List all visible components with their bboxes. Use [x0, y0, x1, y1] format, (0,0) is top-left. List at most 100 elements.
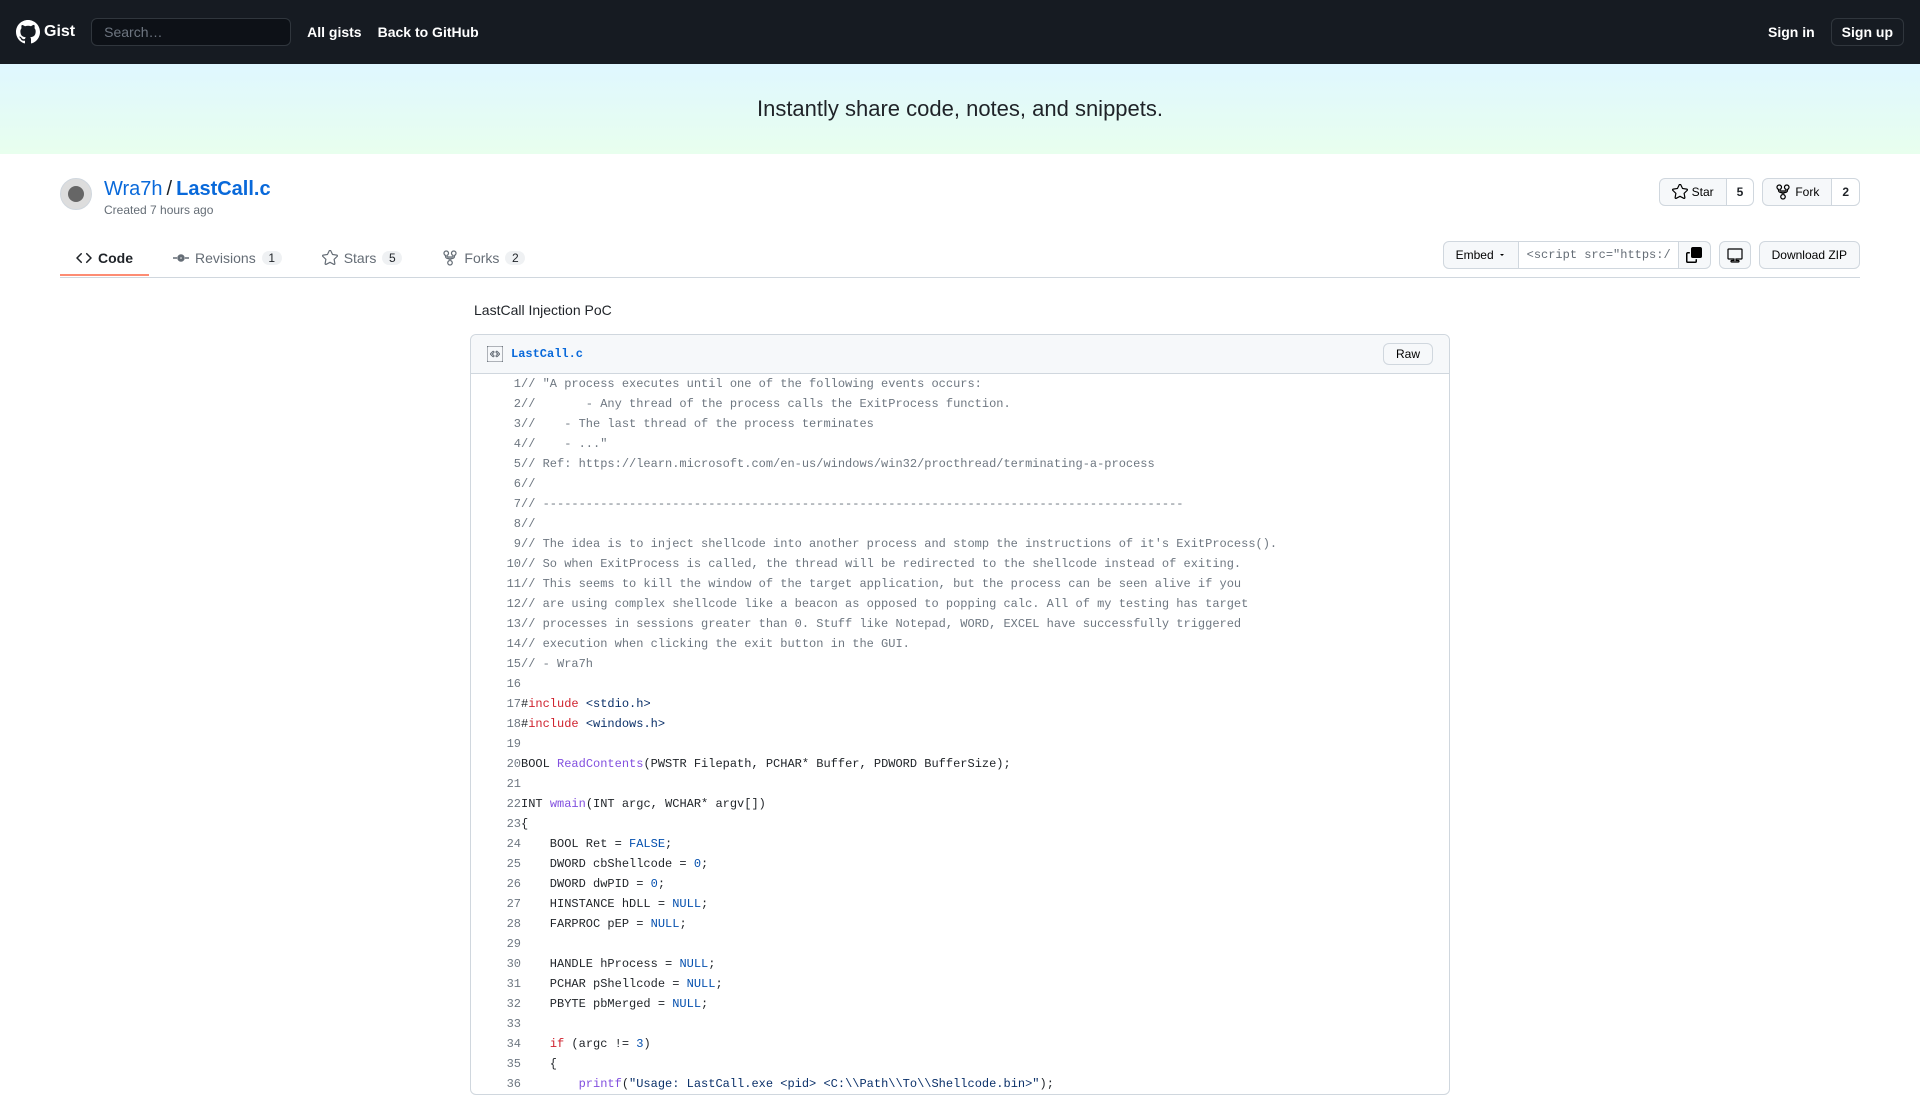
line-number[interactable]: 1 — [471, 374, 521, 394]
line-content: // are using complex shellcode like a be… — [521, 594, 1449, 614]
gist-filename-link[interactable]: LastCall.c — [176, 178, 270, 201]
line-number[interactable]: 35 — [471, 1054, 521, 1074]
author-link[interactable]: Wra7h — [104, 178, 163, 201]
line-content: // execution when clicking the exit butt… — [521, 634, 1449, 654]
line-content: printf("Usage: LastCall.exe <pid> <C:\\P… — [521, 1074, 1449, 1094]
line-content: // "A process executes until one of the … — [521, 374, 1449, 394]
copy-embed-button[interactable] — [1679, 241, 1711, 269]
line-content — [521, 674, 1449, 694]
line-number[interactable]: 29 — [471, 934, 521, 954]
line-number[interactable]: 26 — [471, 874, 521, 894]
line-number[interactable]: 3 — [471, 414, 521, 434]
tab-code[interactable]: Code — [60, 242, 149, 276]
line-number[interactable]: 23 — [471, 814, 521, 834]
gist-logo[interactable]: Gist — [16, 20, 75, 44]
code-line: 22INT wmain(INT argc, WCHAR* argv[]) — [471, 794, 1449, 814]
code-line: 33 — [471, 1014, 1449, 1034]
nav-back-github[interactable]: Back to GitHub — [378, 24, 479, 40]
code-line: 30 HANDLE hProcess = NULL; — [471, 954, 1449, 974]
line-number[interactable]: 14 — [471, 634, 521, 654]
tab-stars[interactable]: Stars 5 — [306, 242, 419, 276]
star-count[interactable]: 5 — [1727, 178, 1755, 206]
line-number[interactable]: 32 — [471, 994, 521, 1014]
tab-forks-count: 2 — [505, 251, 525, 265]
star-button[interactable]: Star — [1659, 178, 1727, 206]
line-number[interactable]: 15 — [471, 654, 521, 674]
line-number[interactable]: 4 — [471, 434, 521, 454]
code-line: 15// - Wra7h — [471, 654, 1449, 674]
line-number[interactable]: 6 — [471, 474, 521, 494]
code-line: 36 printf("Usage: LastCall.exe <pid> <C:… — [471, 1074, 1449, 1094]
line-number[interactable]: 11 — [471, 574, 521, 594]
code-line: 9// The idea is to inject shellcode into… — [471, 534, 1449, 554]
raw-button[interactable]: Raw — [1383, 343, 1433, 365]
line-number[interactable]: 30 — [471, 954, 521, 974]
fork-icon — [1775, 184, 1791, 200]
line-number[interactable]: 17 — [471, 694, 521, 714]
line-content: // -------------------------------------… — [521, 494, 1449, 514]
download-zip-button[interactable]: Download ZIP — [1759, 241, 1860, 269]
line-number[interactable]: 16 — [471, 674, 521, 694]
line-content: // - Wra7h — [521, 654, 1449, 674]
line-number[interactable]: 9 — [471, 534, 521, 554]
code-table: 1// "A process executes until one of the… — [471, 374, 1449, 1094]
line-number[interactable]: 10 — [471, 554, 521, 574]
line-content: // processes in sessions greater than 0.… — [521, 614, 1449, 634]
line-content: HANDLE hProcess = NULL; — [521, 954, 1449, 974]
nav-all-gists[interactable]: All gists — [307, 24, 361, 40]
line-content: // — [521, 514, 1449, 534]
line-number[interactable]: 22 — [471, 794, 521, 814]
search-input[interactable] — [91, 18, 291, 46]
line-number[interactable]: 2 — [471, 394, 521, 414]
line-number[interactable]: 12 — [471, 594, 521, 614]
line-number[interactable]: 21 — [471, 774, 521, 794]
embed-label: Embed — [1456, 248, 1494, 262]
fork-button[interactable]: Fork — [1762, 178, 1832, 206]
avatar[interactable] — [60, 178, 92, 210]
code-line: 11// This seems to kill the window of th… — [471, 574, 1449, 594]
code-line: 7// ------------------------------------… — [471, 494, 1449, 514]
tab-forks-label: Forks — [464, 250, 499, 266]
line-number[interactable]: 36 — [471, 1074, 521, 1094]
fork-group: Fork 2 — [1762, 178, 1860, 206]
file-box: LastCall.c Raw 1// "A process executes u… — [470, 334, 1450, 1095]
tab-code-label: Code — [98, 250, 133, 266]
site-header: Gist All gists Back to GitHub Sign in Si… — [0, 0, 1920, 64]
tabs: Code Revisions 1 Stars 5 Forks 2 — [60, 242, 541, 276]
line-number[interactable]: 5 — [471, 454, 521, 474]
tab-forks[interactable]: Forks 2 — [426, 242, 541, 276]
line-number[interactable]: 24 — [471, 834, 521, 854]
signin-link[interactable]: Sign in — [1768, 24, 1815, 40]
line-content — [521, 1014, 1449, 1034]
fork-count[interactable]: 2 — [1832, 178, 1860, 206]
line-number[interactable]: 20 — [471, 754, 521, 774]
file-name-link[interactable]: LastCall.c — [511, 347, 583, 361]
line-number[interactable]: 34 — [471, 1034, 521, 1054]
code-line: 18#include <windows.h> — [471, 714, 1449, 734]
line-number[interactable]: 25 — [471, 854, 521, 874]
star-group: Star 5 — [1659, 178, 1755, 206]
line-number[interactable]: 27 — [471, 894, 521, 914]
line-number[interactable]: 7 — [471, 494, 521, 514]
line-number[interactable]: 31 — [471, 974, 521, 994]
line-number[interactable]: 28 — [471, 914, 521, 934]
open-desktop-button[interactable] — [1719, 241, 1751, 269]
line-number[interactable]: 18 — [471, 714, 521, 734]
embed-dropdown[interactable]: Embed — [1443, 241, 1519, 269]
line-content: // - Any thread of the process calls the… — [521, 394, 1449, 414]
line-number[interactable]: 13 — [471, 614, 521, 634]
line-content: { — [521, 814, 1449, 834]
banner-text: Instantly share code, notes, and snippet… — [16, 96, 1904, 122]
embed-input[interactable] — [1519, 241, 1679, 269]
clipboard-icon — [1686, 247, 1702, 263]
line-content: HINSTANCE hDLL = NULL; — [521, 894, 1449, 914]
line-number[interactable]: 19 — [471, 734, 521, 754]
line-number[interactable]: 8 — [471, 514, 521, 534]
line-number[interactable]: 33 — [471, 1014, 521, 1034]
header-nav: All gists Back to GitHub — [307, 24, 479, 40]
tab-revisions[interactable]: Revisions 1 — [157, 242, 298, 276]
code-line: 17#include <stdio.h> — [471, 694, 1449, 714]
signup-button[interactable]: Sign up — [1831, 18, 1904, 46]
tabs-row: Code Revisions 1 Stars 5 Forks 2 Embed — [60, 241, 1860, 278]
code-line: 12// are using complex shellcode like a … — [471, 594, 1449, 614]
